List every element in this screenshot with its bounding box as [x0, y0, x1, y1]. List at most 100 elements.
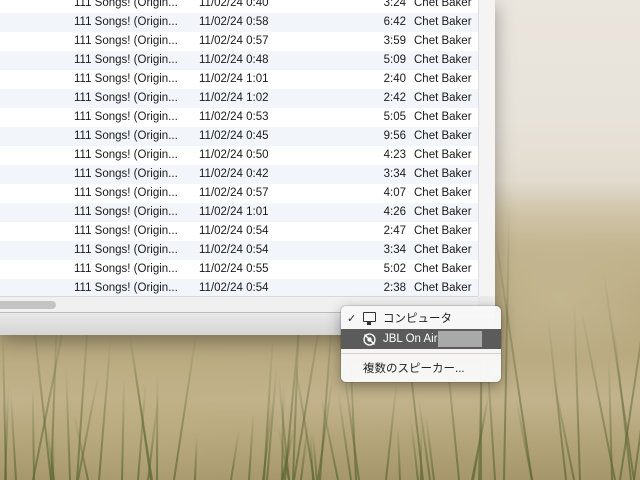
- track-date-added-cell: 11/02/24 0:53: [199, 111, 269, 123]
- track-album-cell: 111 Songs! (Origin...: [74, 149, 178, 161]
- track-time-cell: 6:42: [383, 16, 406, 28]
- track-time-cell: 3:24: [383, 0, 406, 9]
- track-date-added-cell: 11/02/24 1:01: [199, 73, 269, 85]
- track-date-added-cell: 11/02/24 0:45: [199, 130, 269, 142]
- track-date-added-cell: 11/02/24 1:01: [199, 206, 269, 218]
- grass-blade: [248, 413, 255, 480]
- grass-blade: [194, 435, 198, 480]
- track-artist-cell: Chet Baker: [414, 168, 472, 180]
- monitor-icon: [363, 312, 376, 325]
- track-date-added-cell: 11/02/24 0:50: [199, 149, 269, 161]
- track-album-cell: 111 Songs! (Origin...: [74, 282, 178, 294]
- table-row[interactable]: 111 Songs! (Origin... 11/02/24 0:54 2:47 Ch…: [0, 222, 478, 241]
- track-time-cell: 9:56: [383, 130, 406, 142]
- track-time-cell: 3:59: [383, 35, 406, 47]
- horizontal-scroll-thumb[interactable]: [0, 301, 56, 309]
- table-row[interactable]: 111 Songs! (Origin... 11/02/24 0:57 4:07 Ch…: [0, 184, 478, 203]
- desktop-wallpaper: 111 Songs! (Origin... 11/02/24 0:40 3:24 Ch…: [0, 0, 640, 480]
- track-album-cell: 111 Songs! (Origin...: [74, 92, 178, 104]
- itunes-window: 111 Songs! (Origin... 11/02/24 0:40 3:24 Ch…: [0, 0, 495, 335]
- menu-item-label: コンピュータ: [383, 313, 452, 325]
- grass-blade: [121, 378, 126, 480]
- track-artist-cell: Chet Baker: [414, 92, 472, 104]
- track-artist-cell: Chet Baker: [414, 73, 472, 85]
- track-album-cell: 111 Songs! (Origin...: [74, 35, 178, 47]
- track-date-added-cell: 11/02/24 0:57: [199, 35, 269, 47]
- table-row[interactable]: 111 Songs! (Origin... 11/02/24 0:54 2:38 Ch…: [0, 279, 478, 296]
- grass-blade: [396, 428, 401, 480]
- grass-blade: [230, 429, 241, 480]
- track-time-cell: 5:05: [383, 111, 406, 123]
- track-album-cell: 111 Songs! (Origin...: [74, 16, 178, 28]
- table-row[interactable]: 111 Songs! (Origin... 11/02/24 0:40 3:24 Ch…: [0, 0, 478, 13]
- table-row[interactable]: 111 Songs! (Origin... 11/02/24 0:57 3:59 Ch…: [0, 32, 478, 51]
- track-date-added-cell: 11/02/24 0:54: [199, 282, 269, 294]
- track-time-cell: 4:26: [383, 206, 406, 218]
- track-artist-cell: Chet Baker: [414, 282, 472, 294]
- track-album-cell: 111 Songs! (Origin...: [74, 206, 178, 218]
- track-album-cell: 111 Songs! (Origin...: [74, 187, 178, 199]
- track-artist-cell: Chet Baker: [414, 0, 472, 9]
- track-artist-cell: Chet Baker: [414, 263, 472, 275]
- grass-blade: [31, 384, 35, 480]
- track-artist-cell: Chet Baker: [414, 130, 472, 142]
- table-row[interactable]: 111 Songs! (Origin... 11/02/24 0:55 5:02 Ch…: [0, 260, 478, 279]
- table-row[interactable]: 111 Songs! (Origin... 11/02/24 0:48 5:09 Ch…: [0, 51, 478, 70]
- track-list[interactable]: 111 Songs! (Origin... 11/02/24 0:40 3:24 Ch…: [0, 0, 478, 296]
- track-artist-cell: Chet Baker: [414, 225, 472, 237]
- track-date-added-cell: 11/02/24 0:54: [199, 244, 269, 256]
- menu-item-computer[interactable]: ✓ コンピュータ: [341, 309, 501, 329]
- track-time-cell: 5:09: [383, 54, 406, 66]
- checkmark-icon: ✓: [347, 313, 357, 325]
- grass-blade: [385, 380, 398, 480]
- table-row[interactable]: 111 Songs! (Origin... 11/02/24 0:58 6:42 Ch…: [0, 13, 478, 32]
- grass-blade: [65, 369, 71, 480]
- table-row[interactable]: 111 Songs! (Origin... 11/02/24 1:01 4:26 Ch…: [0, 203, 478, 222]
- track-time-cell: 2:38: [383, 282, 406, 294]
- track-artist-cell: Chet Baker: [414, 244, 472, 256]
- grass-blade: [619, 202, 640, 480]
- table-row[interactable]: 111 Songs! (Origin... 11/02/24 1:01 2:40 Ch…: [0, 70, 478, 89]
- track-time-cell: 2:40: [383, 73, 406, 85]
- table-row[interactable]: 111 Songs! (Origin... 11/02/24 0:54 3:34 Ch…: [0, 241, 478, 260]
- track-artist-cell: Chet Baker: [414, 16, 472, 28]
- track-artist-cell: Chet Baker: [414, 149, 472, 161]
- grass-blade: [98, 334, 112, 480]
- track-date-added-cell: 11/02/24 0:57: [199, 187, 269, 199]
- track-album-cell: 111 Songs! (Origin...: [74, 73, 178, 85]
- table-row[interactable]: 111 Songs! (Origin... 11/02/24 0:50 4:23 Ch…: [0, 146, 478, 165]
- track-artist-cell: Chet Baker: [414, 206, 472, 218]
- grass-blade: [9, 392, 17, 480]
- track-time-cell: 5:02: [383, 263, 406, 275]
- table-row[interactable]: 111 Songs! (Origin... 11/02/24 1:02 2:42 Ch…: [0, 89, 478, 108]
- track-artist-cell: Chet Baker: [414, 111, 472, 123]
- track-time-cell: 4:23: [383, 149, 406, 161]
- table-row[interactable]: 111 Songs! (Origin... 11/02/24 0:42 3:34 Ch…: [0, 165, 478, 184]
- track-date-added-cell: 11/02/24 0:55: [199, 263, 269, 275]
- vertical-scrollbar[interactable]: [478, 0, 495, 296]
- track-album-cell: 111 Songs! (Origin...: [74, 263, 178, 275]
- redacted-device-name: [438, 331, 482, 347]
- track-date-added-cell: 11/02/24 0:40: [199, 0, 269, 9]
- track-album-cell: 111 Songs! (Origin...: [74, 130, 178, 142]
- grass-blade: [156, 373, 159, 480]
- track-time-cell: 3:34: [383, 168, 406, 180]
- track-album-cell: 111 Songs! (Origin...: [74, 111, 178, 123]
- track-date-added-cell: 11/02/24 1:02: [199, 92, 269, 104]
- track-album-cell: 111 Songs! (Origin...: [74, 244, 178, 256]
- menu-item-label: JBL On Air: [383, 333, 438, 345]
- grass-blade: [573, 303, 581, 480]
- track-time-cell: 2:42: [383, 92, 406, 104]
- menu-item-multiple-speakers[interactable]: 複数のスピーカー...: [341, 359, 501, 379]
- track-artist-cell: Chet Baker: [414, 187, 472, 199]
- track-date-added-cell: 11/02/24 0:42: [199, 168, 269, 180]
- track-time-cell: 3:34: [383, 244, 406, 256]
- track-album-cell: 111 Songs! (Origin...: [74, 168, 178, 180]
- track-album-cell: 111 Songs! (Origin...: [74, 225, 178, 237]
- table-row[interactable]: 111 Songs! (Origin... 11/02/24 0:53 5:05 Ch…: [0, 108, 478, 127]
- track-date-added-cell: 11/02/24 0:54: [199, 225, 269, 237]
- track-album-cell: 111 Songs! (Origin...: [74, 0, 178, 9]
- track-artist-cell: Chet Baker: [414, 54, 472, 66]
- track-time-cell: 2:47: [383, 225, 406, 237]
- table-row[interactable]: 111 Songs! (Origin... 11/02/24 0:45 9:56 Ch…: [0, 127, 478, 146]
